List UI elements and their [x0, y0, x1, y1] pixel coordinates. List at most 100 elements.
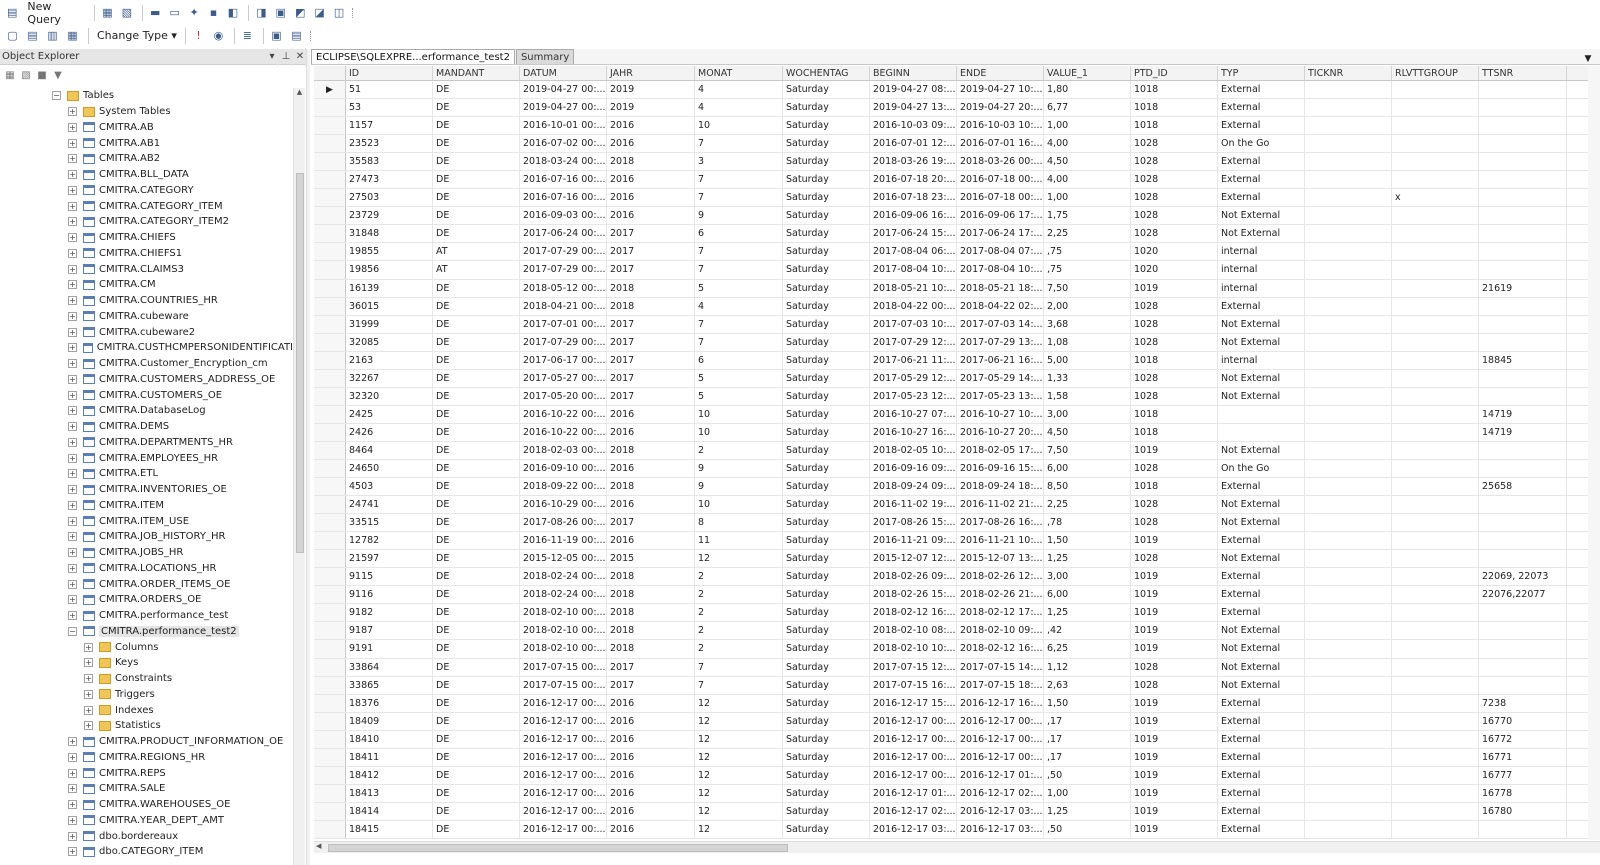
- grid-cell[interactable]: 2019-04-27 00:...: [520, 81, 607, 99]
- grid-cell[interactable]: 2017: [607, 261, 695, 279]
- grid-cell[interactable]: 9187: [346, 622, 433, 640]
- tree-node[interactable]: + CMITRA.AB: [0, 120, 293, 136]
- grid-cell[interactable]: Saturday: [783, 658, 870, 676]
- grid-cell[interactable]: 32267: [346, 369, 433, 387]
- grid-cell[interactable]: 14719: [1479, 405, 1567, 423]
- grid-cell[interactable]: 2016: [607, 405, 695, 423]
- grid-cell[interactable]: 2016-07-18 00:...: [957, 171, 1044, 189]
- grid-cell[interactable]: [1392, 694, 1479, 712]
- grid-cell[interactable]: [1392, 333, 1479, 351]
- grid-cell[interactable]: 2017-07-01 00:...: [520, 315, 607, 333]
- grid-cell[interactable]: 2016-10-22 00:...: [520, 405, 607, 423]
- grid-cell[interactable]: 7: [695, 243, 783, 261]
- grid-cell[interactable]: 2016-07-18 20:...: [870, 171, 957, 189]
- scroll-up-icon[interactable]: ▲: [294, 88, 305, 100]
- grid-cell[interactable]: Not External: [1218, 640, 1305, 658]
- grid-cell[interactable]: Saturday: [783, 712, 870, 730]
- grid-cell[interactable]: 2018-05-21 10:...: [870, 279, 957, 297]
- grid-cell[interactable]: 2016-10-03 10:...: [957, 117, 1044, 135]
- grid-cell[interactable]: 1,25: [1044, 802, 1131, 820]
- grid-cell[interactable]: 2017-05-27 00:...: [520, 369, 607, 387]
- grid-cell[interactable]: 2016-10-01 00:...: [520, 117, 607, 135]
- grid-cell[interactable]: Saturday: [783, 604, 870, 622]
- grid-cell[interactable]: [1392, 387, 1479, 405]
- grid-cell[interactable]: 2016-12-17 03:...: [870, 820, 957, 838]
- grid-cell[interactable]: [1305, 676, 1392, 694]
- grid-cell[interactable]: DE: [433, 802, 520, 820]
- grid-cell[interactable]: External: [1218, 604, 1305, 622]
- grid-cell[interactable]: 2,25: [1044, 496, 1131, 514]
- grid-cell[interactable]: 2017: [607, 514, 695, 532]
- grid-cell[interactable]: 12: [695, 694, 783, 712]
- grid-cell[interactable]: 2017-08-04 10:...: [957, 261, 1044, 279]
- expand-icon[interactable]: +: [68, 359, 77, 369]
- expand-icon[interactable]: +: [68, 296, 77, 306]
- grid-cell[interactable]: 2018-02-03 00:...: [520, 441, 607, 459]
- properties-icon[interactable]: ▣: [273, 4, 289, 21]
- grid-cell[interactable]: 1,25: [1044, 550, 1131, 568]
- grid-cell[interactable]: 1019: [1131, 766, 1218, 784]
- grid-cell[interactable]: 2016-12-17 00:...: [957, 748, 1044, 766]
- table-row[interactable]: 4503 DE 2018-09-22 00:... 2018 9 Saturday 2018…: [314, 478, 1600, 497]
- grid-cell[interactable]: DE: [433, 423, 520, 441]
- grid-cell[interactable]: [1392, 297, 1479, 315]
- grid-cell[interactable]: [1479, 441, 1567, 459]
- table-row[interactable]: 18414 DE 2016-12-17 00:... 2016 12 Saturday 20…: [314, 802, 1600, 821]
- grid-cell[interactable]: DE: [433, 441, 520, 459]
- column-header[interactable]: VALUE_1: [1044, 66, 1131, 80]
- table-row[interactable]: 18413 DE 2016-12-17 00:... 2016 12 Saturday 20…: [314, 784, 1600, 803]
- grid-cell[interactable]: ,17: [1044, 748, 1131, 766]
- grid-cell[interactable]: 2016-12-17 03:...: [957, 802, 1044, 820]
- grid-cell[interactable]: 2018: [607, 297, 695, 315]
- table-row[interactable]: 31848 DE 2017-06-24 00:... 2017 6 Saturday 201…: [314, 225, 1600, 244]
- expand-icon[interactable]: +: [68, 343, 77, 353]
- grid-cell[interactable]: [1305, 550, 1392, 568]
- grid-cell[interactable]: 2017-06-24 00:...: [520, 225, 607, 243]
- grid-cell[interactable]: 2015-12-07 13:...: [957, 550, 1044, 568]
- grid-cell[interactable]: 1018: [1131, 478, 1218, 496]
- tree-node[interactable]: + CMITRA.EMPLOYEES_HR: [0, 450, 293, 466]
- grid-cell[interactable]: DE: [433, 279, 520, 297]
- table-row[interactable]: 32085 DE 2017-07-29 00:... 2017 7 Saturday 201…: [314, 333, 1600, 352]
- grid-cell[interactable]: Saturday: [783, 261, 870, 279]
- table-row[interactable]: 23523 DE 2016-07-02 00:... 2016 7 Saturday 201…: [314, 135, 1600, 154]
- grid-cell[interactable]: 2016-12-17 00:...: [870, 766, 957, 784]
- analysis-query-icon[interactable]: ▧: [119, 4, 135, 21]
- tree-node[interactable]: + CMITRA.AB1: [0, 135, 293, 151]
- show-sql-pane-icon[interactable]: ▥: [44, 27, 61, 44]
- grid-cell[interactable]: 2017-06-17 00:...: [520, 351, 607, 369]
- tree-node[interactable]: + CMITRA.CATEGORY_ITEM2: [0, 214, 293, 230]
- grid-cell[interactable]: DE: [433, 315, 520, 333]
- grid-cell[interactable]: [1392, 369, 1479, 387]
- grid-cell[interactable]: 1019: [1131, 532, 1218, 550]
- grid-cell[interactable]: 2016: [607, 820, 695, 838]
- table-row[interactable]: 32320 DE 2017-05-20 00:... 2017 5 Saturday 201…: [314, 387, 1600, 406]
- grid-cell[interactable]: [1305, 81, 1392, 99]
- grid-cell[interactable]: 2018: [607, 568, 695, 586]
- grid-cell[interactable]: [1392, 243, 1479, 261]
- grid-cell[interactable]: [1392, 441, 1479, 459]
- table-row[interactable]: 19856 AT 2017-07-29 00:... 2017 7 Saturday 201…: [314, 261, 1600, 280]
- grid-cell[interactable]: 2018-05-12 00:...: [520, 279, 607, 297]
- grid-cell[interactable]: 33515: [346, 514, 433, 532]
- grid-cell[interactable]: 24650: [346, 459, 433, 478]
- grid-cell[interactable]: 2016-09-16 15:...: [957, 459, 1044, 478]
- tree-node[interactable]: + CMITRA.YEAR_DEPT_AMT: [0, 813, 293, 829]
- expand-icon[interactable]: +: [68, 768, 77, 778]
- grid-cell[interactable]: [1479, 297, 1567, 315]
- grid-cell[interactable]: DE: [433, 351, 520, 369]
- grid-cell[interactable]: Saturday: [783, 207, 870, 225]
- grid-cell[interactable]: 1028: [1131, 387, 1218, 405]
- row-header[interactable]: [314, 117, 346, 135]
- grid-cell[interactable]: 2018-02-26 21:...: [957, 586, 1044, 604]
- grid-cell[interactable]: [1218, 405, 1305, 423]
- grid-cell[interactable]: [1392, 640, 1479, 658]
- expand-icon[interactable]: +: [68, 122, 77, 132]
- grid-cell[interactable]: 2018-09-22 00:...: [520, 478, 607, 496]
- grid-cell[interactable]: [1305, 225, 1392, 243]
- grid-cell[interactable]: Saturday: [783, 351, 870, 369]
- grid-cell[interactable]: 2015-12-07 12:...: [870, 550, 957, 568]
- column-header[interactable]: TTSNR: [1479, 66, 1567, 80]
- grid-cell[interactable]: 1028: [1131, 135, 1218, 153]
- grid-cell[interactable]: 5: [695, 387, 783, 405]
